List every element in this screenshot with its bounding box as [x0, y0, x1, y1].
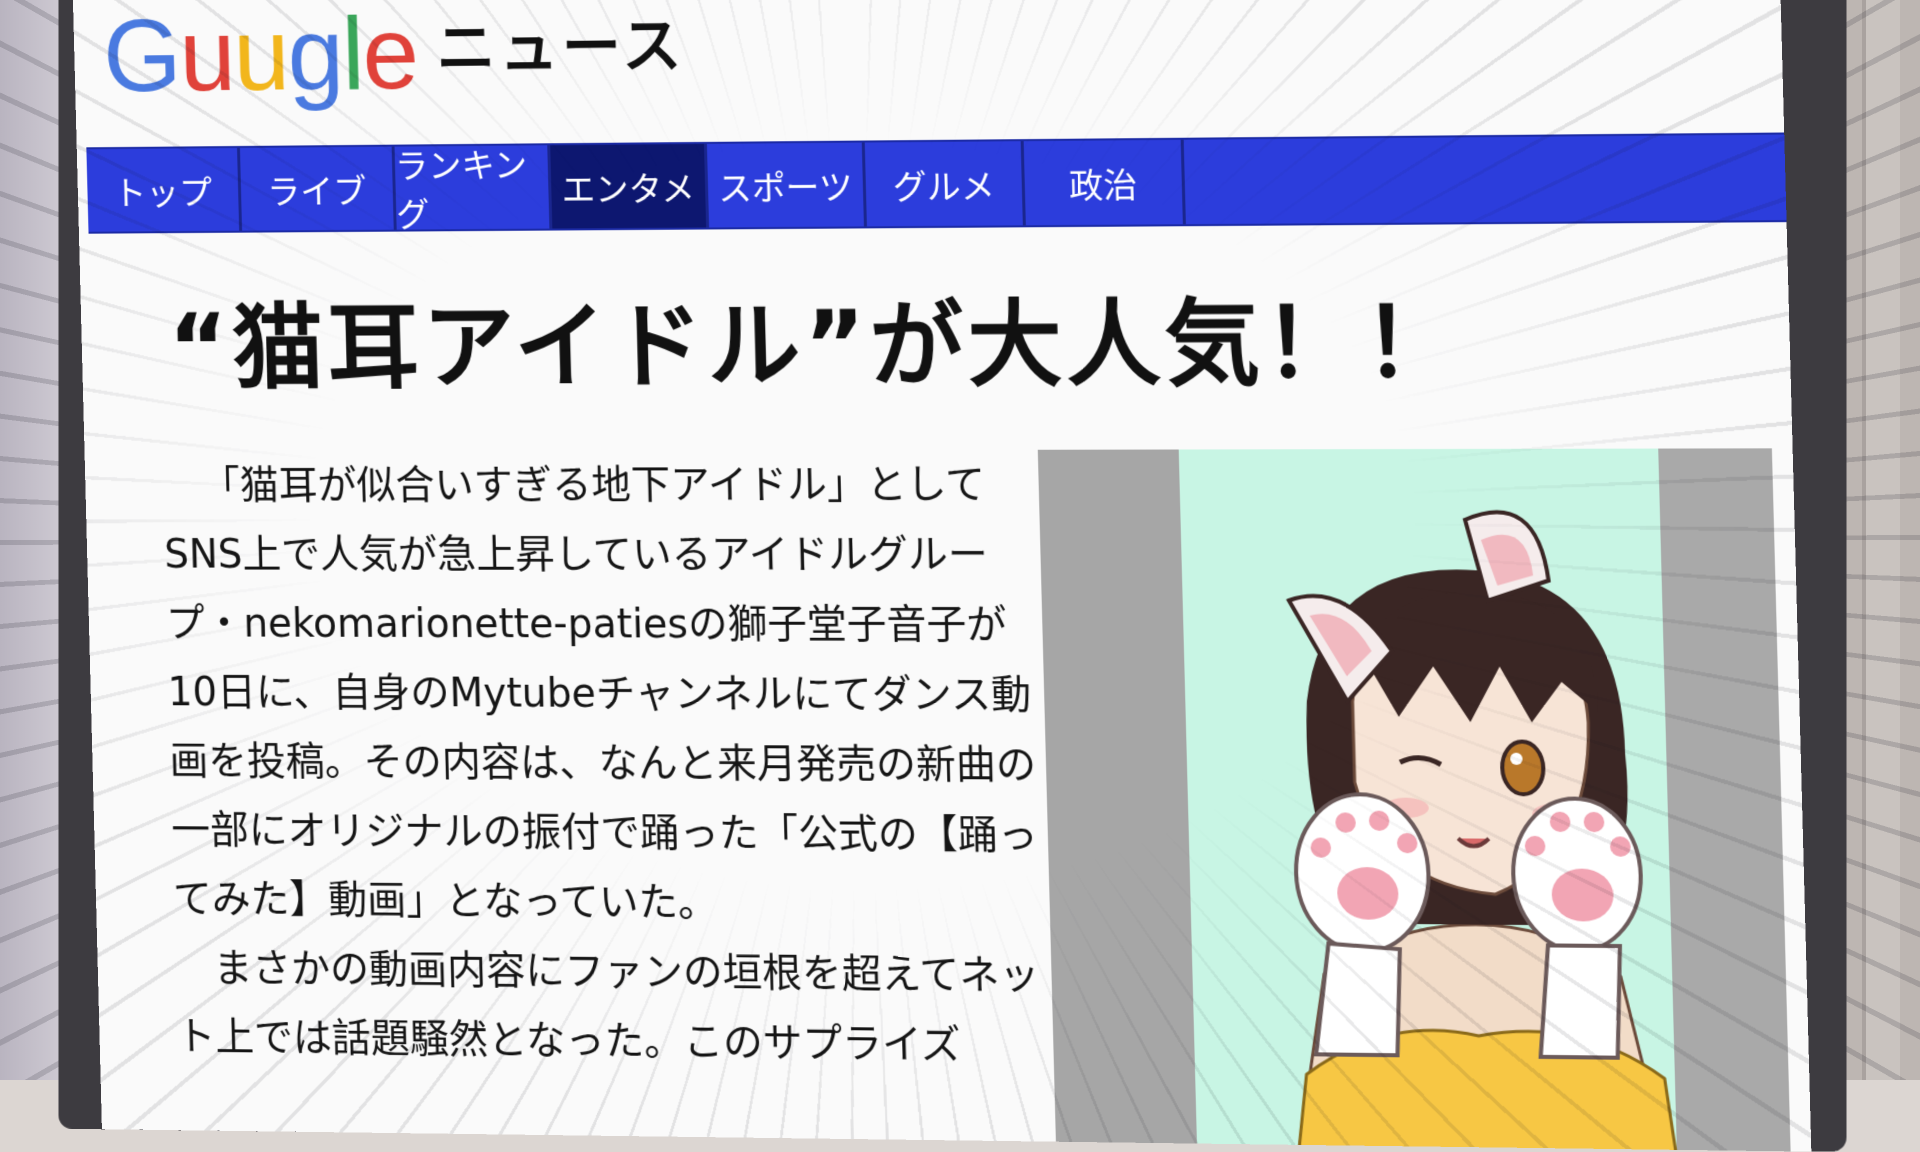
article-paragraph: まさかの動画内容にファンの垣根を超えてネット上では話題騒然となった。このサプライ…	[176, 945, 1041, 1069]
category-nav-bar: トップ ライブ ランキング エンタメ スポーツ グルメ 政治	[86, 132, 1787, 236]
nav-tab-4[interactable]: エンタメ	[550, 143, 710, 229]
article-paragraph: 「猫耳が似合いすぎる地下アイドル」としてSNS上で人気が急上昇しているアイドルグ…	[163, 461, 1039, 927]
nav-tab-2[interactable]: ライブ	[239, 146, 397, 231]
site-brand: Guugle ニュース	[101, 0, 687, 114]
nav-tab-7[interactable]: 政治	[1023, 139, 1186, 226]
article-body: 「猫耳が似合いすぎる地下アイドル」としてSNS上で人気が急上昇しているアイドルグ…	[162, 450, 1045, 1082]
nav-tab-3[interactable]: ランキング	[394, 145, 553, 236]
article-headline: “猫耳アイドル”が大人気！！	[167, 289, 1465, 404]
logo-letter: u	[231, 0, 290, 113]
logo-letter: G	[101, 0, 181, 114]
news-screen: Guugle ニュース トップ ライブ ランキング エンタメ スポーツ グルメ 政治 “猫耳…	[71, 0, 1812, 1152]
logo-letter: g	[286, 0, 344, 113]
cat-ear-idol-illustration-icon	[1038, 448, 1791, 1152]
nav-tab-6[interactable]: グルメ	[864, 141, 1026, 227]
nav-tab-5[interactable]: スポーツ	[706, 142, 867, 228]
section-label: ニュース	[435, 11, 686, 84]
site-logo[interactable]: Guugle	[101, 0, 419, 114]
logo-letter: u	[177, 0, 235, 114]
logo-letter: l	[340, 0, 364, 112]
nav-tab-1[interactable]: トップ	[86, 147, 243, 232]
logo-letter: e	[360, 0, 419, 112]
article-image	[1037, 448, 1791, 1152]
